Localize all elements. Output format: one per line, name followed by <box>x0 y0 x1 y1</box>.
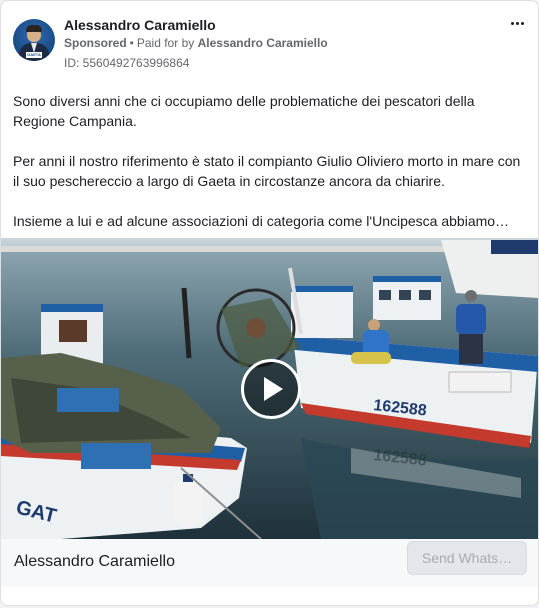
post-paragraph[interactable]: Insieme a lui e ad alcune associazioni d… <box>13 211 526 231</box>
play-icon[interactable] <box>241 359 301 419</box>
send-whatsapp-button[interactable]: Send Whats… <box>407 541 527 575</box>
sponsored-label: Sponsored <box>64 36 127 50</box>
paid-for-prefix: Paid for by <box>136 36 195 50</box>
sponsored-line: Sponsored • Paid for by Alessandro Caramie… <box>64 36 328 50</box>
paid-for-name[interactable]: Alessandro Caramiello <box>198 36 328 50</box>
avatar-tag: GAETA <box>26 52 42 58</box>
video-player[interactable]: 162588 162588 GAT <box>1 238 538 539</box>
avatar[interactable]: GAETA <box>13 19 55 61</box>
ad-id: ID: 5560492763996864 <box>64 56 190 70</box>
author-name[interactable]: Alessandro Caramiello <box>64 17 216 33</box>
footer-page-name[interactable]: Alessandro Caramiello <box>14 553 175 571</box>
more-options-icon[interactable] <box>506 15 528 31</box>
ad-card: GAETA Alessandro Caramiello Sponsored • Pa… <box>0 0 539 606</box>
ad-footer: Alessandro Caramiello Send Whats… <box>1 539 538 587</box>
post-paragraph: Per anni il nostro riferimento è stato i… <box>13 153 521 189</box>
post-text: Sono diversi anni che ci occupiamo delle… <box>13 91 526 251</box>
post-paragraph: Sono diversi anni che ci occupiamo delle… <box>13 93 475 129</box>
post-header: GAETA Alessandro Caramiello Sponsored • Pa… <box>13 15 526 73</box>
separator-dot: • <box>129 36 134 50</box>
